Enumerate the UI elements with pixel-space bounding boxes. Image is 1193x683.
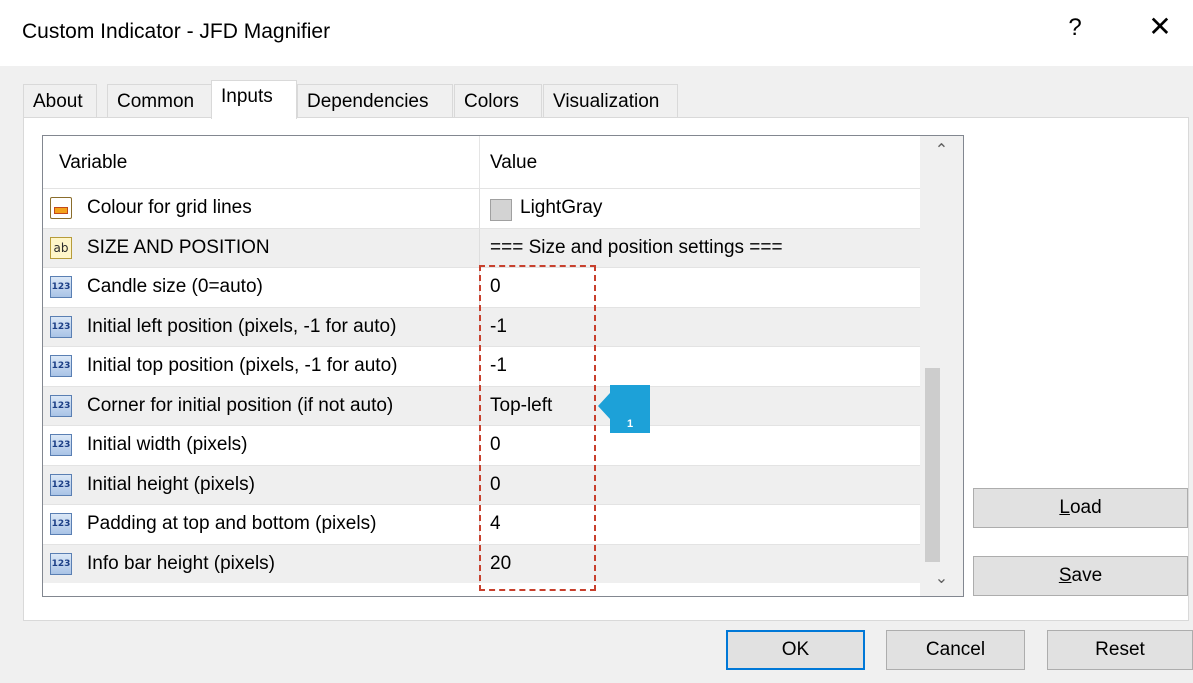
load-button[interactable]: Load [973,488,1188,528]
table-row[interactable]: 123 Initial height (pixels) 0 [43,464,920,504]
window-title: Custom Indicator - JFD Magnifier [22,20,331,43]
title-bar: Custom Indicator - JFD Magnifier ? ✕ [0,0,1193,66]
cancel-button[interactable]: Cancel [886,630,1025,670]
help-button[interactable]: ? [1060,14,1090,42]
table-row[interactable]: 123 Corner for initial position (if not … [43,385,920,425]
variable-name: Initial left position (pixels, -1 for au… [87,315,397,337]
load-label: oad [1069,497,1102,518]
string-icon: ab [50,236,72,259]
table-row[interactable]: 123 Initial left position (pixels, -1 fo… [43,306,920,346]
close-button[interactable]: ✕ [1140,10,1180,43]
column-divider [479,347,480,386]
variable-value[interactable]: LightGray [520,197,602,219]
variable-value[interactable]: -1 [490,355,507,377]
table-row[interactable]: 123 Info bar height (pixels) 20 [43,543,920,583]
ok-button[interactable]: OK [726,630,865,670]
variable-name: Info bar height (pixels) [87,552,275,574]
tab-dependencies[interactable]: Dependencies [297,84,453,118]
column-divider [479,228,480,267]
column-header-value[interactable]: Value [490,152,537,174]
inputs-grid[interactable]: Variable Value Colour for grid lines Lig… [42,135,964,597]
load-mnemonic: L [1059,497,1070,518]
column-divider [479,268,480,307]
table-row[interactable]: ab SIZE AND POSITION === Size and positi… [43,227,920,267]
scrollbar-thumb[interactable] [925,368,940,562]
reset-button[interactable]: Reset [1047,630,1193,670]
column-divider [479,189,480,228]
color-swatch [54,207,68,214]
color-icon [50,197,72,219]
number-icon: 123 [50,276,72,298]
column-divider [479,544,480,583]
variable-name: Padding at top and bottom (pixels) [87,513,377,534]
table-row[interactable]: 123 Initial top position (pixels, -1 for… [43,346,920,386]
variable-value[interactable]: 20 [490,553,511,575]
tab-colors[interactable]: Colors [454,84,542,118]
variable-value[interactable]: -1 [490,316,507,338]
column-header-variable[interactable]: Variable [59,152,127,174]
save-mnemonic: S [1058,565,1072,586]
variable-value[interactable]: 0 [490,474,501,496]
column-divider [479,426,480,465]
tab-visualization[interactable]: Visualization [543,84,678,118]
number-icon: 123 [50,394,72,417]
column-divider [479,465,480,504]
grid-header: Variable Value [43,136,920,188]
color-value-swatch [490,199,512,221]
tab-inputs[interactable]: Inputs [211,80,297,119]
tab-common[interactable]: Common [107,84,216,118]
table-row[interactable]: 123 Initial width (pixels) 0 [43,425,920,465]
chevron-up-icon[interactable]: ⌃ [920,140,963,160]
variable-value[interactable]: 0 [490,434,501,456]
variable-name: Colour for grid lines [87,197,252,218]
column-divider[interactable] [479,136,480,188]
callout-marker-icon [598,385,650,433]
tab-about[interactable]: About [23,84,97,118]
vertical-scrollbar[interactable]: ⌃ ⌄ [920,136,963,596]
variable-name: Initial top position (pixels, -1 for aut… [87,355,398,376]
variable-value[interactable]: === Size and position settings === [490,237,783,259]
table-row[interactable]: Colour for grid lines LightGray [43,188,920,228]
variable-value[interactable]: 0 [490,276,501,298]
variable-name: Initial height (pixels) [87,473,255,495]
column-divider [479,307,480,346]
variable-name: Initial width (pixels) [87,434,248,455]
save-button[interactable]: Save [973,556,1188,596]
table-row[interactable]: 123 Padding at top and bottom (pixels) 4 [43,504,920,544]
column-divider [479,386,480,425]
variable-value[interactable]: Top-left [490,395,552,417]
variable-value[interactable]: 4 [490,513,501,535]
number-icon: 123 [50,355,72,377]
number-icon: 123 [50,434,72,456]
column-divider [479,505,480,544]
table-row[interactable]: 123 Candle size (0=auto) 0 [43,267,920,307]
number-icon: 123 [50,315,72,338]
callout-label: 1 [627,418,634,430]
save-label: ave [1071,565,1103,586]
chevron-down-icon[interactable]: ⌄ [920,568,963,588]
variable-name: Candle size (0=auto) [87,276,263,297]
variable-name: Corner for initial position (if not auto… [87,394,394,416]
number-icon: 123 [50,513,72,535]
number-icon: 123 [50,473,72,496]
number-icon: 123 [50,552,72,575]
variable-name: SIZE AND POSITION [87,236,270,258]
